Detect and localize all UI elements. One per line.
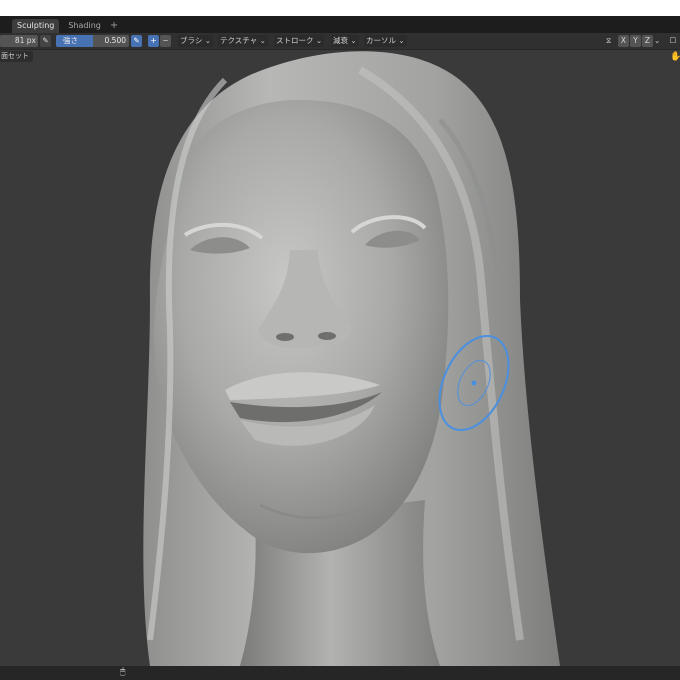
tool-settings-header: 81 px ✎ 強さ 0.500 ✎ + − ブラシ ⌄ テクスチャ ⌄ ストロ… <box>0 33 680 50</box>
strength-pressure-button[interactable]: ✎ <box>131 35 142 47</box>
strength-label: 強さ <box>63 36 78 45</box>
viewport-3d[interactable]: 面セット ✋ <box>0 50 680 666</box>
chevron-down-icon: ⌄ <box>204 36 212 45</box>
strength-value: 0.500 <box>104 36 126 45</box>
overlay-icon[interactable]: ☐ <box>668 35 678 47</box>
falloff-menu[interactable]: 減衰 ⌄ <box>331 35 359 47</box>
tab-shading[interactable]: Shading <box>63 19 106 33</box>
mouse-icon: 🖱 <box>120 667 126 677</box>
mirror-icon[interactable]: ⧖ <box>606 35 611 47</box>
chevron-down-icon: ⌄ <box>315 36 323 45</box>
cursor-menu[interactable]: カーソル ⌄ <box>364 35 407 47</box>
direction-subtract-button[interactable]: − <box>160 35 171 47</box>
chevron-down-icon: ⌄ <box>259 36 266 45</box>
tab-sculpting[interactable]: Sculpting <box>12 19 60 33</box>
strength-slider[interactable]: 強さ 0.500 <box>56 35 129 47</box>
pen-icon: ✎ <box>133 36 140 45</box>
nostril-left <box>276 333 294 341</box>
radius-pressure-button[interactable]: ✎ <box>40 35 51 47</box>
navigate-icon[interactable]: ✋ <box>670 52 680 62</box>
status-bar: 🖱 <box>0 666 680 680</box>
workspace-tabbar: Sculpting Shading + <box>0 16 680 33</box>
radius-field[interactable]: 81 px <box>0 35 38 47</box>
nostril-right <box>318 332 336 340</box>
mirror-y-toggle[interactable]: Y <box>630 35 641 47</box>
brush-menu[interactable]: ブラシ ⌄ <box>178 35 214 47</box>
brush-cursor-center <box>471 380 477 386</box>
chevron-down-icon[interactable]: ⌄ <box>654 35 660 47</box>
texture-menu[interactable]: テクスチャ ⌄ <box>218 35 268 47</box>
chevron-down-icon: ⌄ <box>398 36 405 45</box>
radius-value: 81 px <box>14 36 36 45</box>
mirror-x-toggle[interactable]: X <box>618 35 629 47</box>
stroke-menu[interactable]: ストローク ⌄ <box>274 35 325 47</box>
face-sets-button[interactable]: 面セット <box>0 51 33 62</box>
pressure-pen-icon: ✎ <box>42 36 49 45</box>
chevron-down-icon: ⌄ <box>350 36 357 45</box>
add-workspace-button[interactable]: + <box>106 19 122 33</box>
sculpt-mesh <box>143 51 561 666</box>
mirror-z-toggle[interactable]: Z <box>642 35 653 47</box>
direction-add-button[interactable]: + <box>148 35 159 47</box>
window-top-margin <box>0 0 680 16</box>
